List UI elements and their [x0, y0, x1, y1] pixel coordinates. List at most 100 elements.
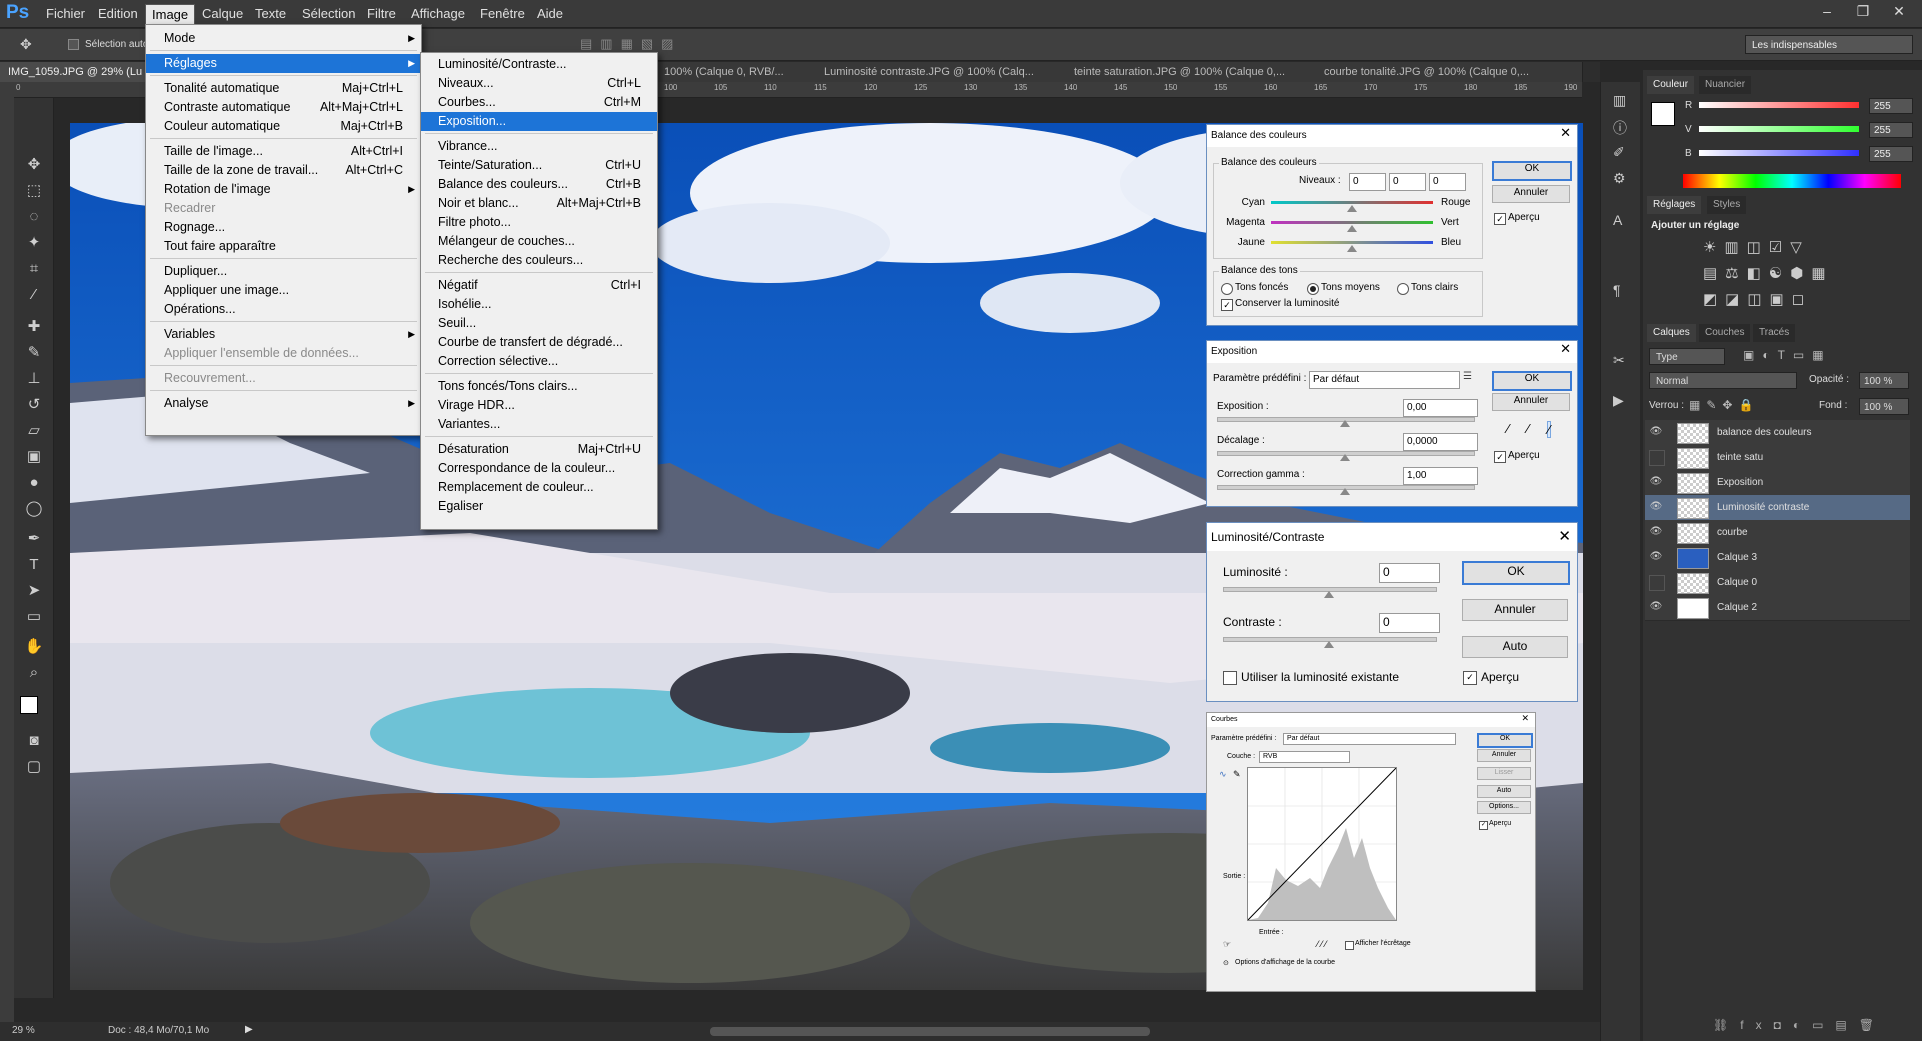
lasso-icon[interactable]: ◌	[22, 206, 46, 228]
apercu-checkbox[interactable]: ✓	[1463, 671, 1477, 685]
foreground-swatch[interactable]	[1651, 102, 1675, 126]
healing-icon[interactable]: ✚	[22, 316, 46, 338]
exposure-row-thumb[interactable]	[1340, 420, 1350, 427]
eye-icon[interactable]	[1649, 450, 1665, 466]
cancel-button[interactable]: Annuler	[1462, 599, 1568, 621]
curve-pencil-icon[interactable]: ✎	[1233, 769, 1241, 780]
image-menu-item[interactable]: Mode ▶	[146, 29, 421, 48]
adjust-menu-item[interactable]: Luminosité/Contraste...	[421, 55, 657, 74]
balance-slider-thumb[interactable]	[1347, 245, 1357, 252]
workspace-select[interactable]: Les indispensables	[1745, 35, 1913, 54]
color-slider-track[interactable]	[1699, 126, 1859, 132]
white-eyedropper-icon[interactable]: ⁄	[1547, 421, 1552, 438]
preset-options-icon[interactable]: ☰	[1463, 371, 1472, 382]
layer-row[interactable]: 👁 balance des couleurs	[1645, 420, 1910, 446]
curve-graph[interactable]	[1247, 767, 1397, 921]
contraste-field[interactable]: 0	[1379, 613, 1440, 633]
eyedropper-icon[interactable]: ⁄	[22, 284, 46, 306]
adjust-menu-item[interactable]: Courbe de transfert de dégradé...	[421, 333, 657, 352]
tools-preset-icon[interactable]: ✂	[1613, 352, 1625, 369]
paragraph-icon[interactable]: ¶	[1613, 282, 1621, 298]
image-menu-item[interactable]: Contraste automatique Alt+Maj+Ctrl+L	[146, 98, 421, 117]
menu-fenetre[interactable]: Fenêtre	[480, 6, 525, 21]
adjust-menu-item[interactable]: Exposition...	[421, 112, 657, 131]
layer-row[interactable]: 👁 courbe	[1645, 520, 1910, 546]
eye-icon[interactable]: 👁	[1649, 500, 1663, 514]
horizontal-scrollbar[interactable]	[710, 1027, 1150, 1036]
auto-select-checkbox[interactable]	[68, 39, 79, 50]
brush-preset-icon[interactable]: ✐	[1613, 144, 1625, 161]
exposure-row-field[interactable]: 0,0000	[1403, 433, 1478, 451]
legacy-checkbox[interactable]	[1223, 671, 1237, 685]
menu-selection[interactable]: Sélection	[302, 6, 355, 21]
foreground-color-swatch[interactable]	[20, 696, 38, 714]
adjust-menu-item[interactable]: Recherche des couleurs...	[421, 251, 657, 270]
stamp-icon[interactable]: ⊥	[22, 368, 46, 390]
radio-tons-fonces[interactable]	[1221, 283, 1233, 295]
ok-button[interactable]: OK	[1492, 161, 1572, 181]
cancel-button[interactable]: Annuler	[1492, 185, 1570, 203]
color-spectrum[interactable]	[1683, 174, 1901, 188]
menu-image[interactable]: Image	[145, 4, 196, 26]
move-icon[interactable]: ✥	[22, 154, 46, 176]
balance-slider-thumb[interactable]	[1347, 225, 1357, 232]
adjust-menu-item[interactable]: Isohélie...	[421, 295, 657, 314]
cancel-button[interactable]: Annuler	[1492, 393, 1570, 411]
image-menu-item[interactable]: Dupliquer...	[146, 262, 421, 281]
adjust-menu-item[interactable]: Noir et blanc... Alt+Maj+Ctrl+B	[421, 194, 657, 213]
blur-icon[interactable]: ●	[22, 472, 46, 494]
layer-row[interactable]: Calque 0	[1645, 570, 1910, 596]
close-window-icon[interactable]: ✕	[1882, 0, 1916, 24]
image-menu-item[interactable]: Opérations...	[146, 300, 421, 319]
adjust-menu-item[interactable]: Courbes... Ctrl+M	[421, 93, 657, 112]
minimize-icon[interactable]: –	[1810, 0, 1844, 24]
image-menu-item[interactable]: Appliquer une image...	[146, 281, 421, 300]
eye-icon[interactable]: 👁	[1649, 475, 1663, 489]
image-menu-item[interactable]: Recouvrement...	[146, 369, 421, 388]
type-icon[interactable]: T	[22, 554, 46, 576]
target-adjust-icon[interactable]: ☞	[1223, 939, 1231, 950]
adjust-menu-item[interactable]: Correction sélective...	[421, 352, 657, 371]
eyedropper-icons[interactable]: ⁄ ⁄ ⁄	[1317, 939, 1327, 949]
quick-mask-icon[interactable]: ◙	[22, 730, 46, 752]
color-slider-track[interactable]	[1699, 150, 1859, 156]
apercu-checkbox[interactable]: ✓	[1494, 213, 1506, 225]
exposure-row-field[interactable]: 0,00	[1403, 399, 1478, 417]
gray-eyedropper-icon[interactable]: ⁄	[1527, 421, 1529, 436]
character-icon[interactable]: A	[1613, 212, 1622, 228]
adjust-menu-item[interactable]: Niveaux... Ctrl+L	[421, 74, 657, 93]
balance-slider-track[interactable]	[1271, 221, 1433, 224]
layer-row[interactable]: teinte satu	[1645, 445, 1910, 471]
tab-styles[interactable]: Styles	[1707, 196, 1747, 214]
tab-traces[interactable]: Tracés	[1753, 324, 1796, 342]
zoom-icon[interactable]: ⌕	[22, 662, 46, 684]
layer-filter-icons[interactable]: ▣◐T▭▦	[1743, 348, 1832, 362]
adjust-menu-item[interactable]: Teinte/Saturation... Ctrl+U	[421, 156, 657, 175]
adjust-menu-item[interactable]: Désaturation Maj+Ctrl+U	[421, 440, 657, 459]
color-slider-value[interactable]: 255	[1869, 98, 1913, 114]
close-icon[interactable]: ✕	[1558, 527, 1571, 545]
adjust-menu-item[interactable]: Vibrance...	[421, 137, 657, 156]
niveaux-field-1[interactable]: 0	[1349, 173, 1386, 191]
adjust-menu-item[interactable]: Négatif Ctrl+I	[421, 276, 657, 295]
image-menu-item[interactable]: Analyse ▶	[146, 394, 421, 413]
menu-aide[interactable]: Aide	[537, 6, 563, 21]
conserver-checkbox[interactable]: ✓	[1221, 299, 1233, 311]
gradient-icon[interactable]: ▣	[22, 446, 46, 468]
image-menu-item[interactable]: Tout faire apparaître	[146, 237, 421, 256]
ok-button[interactable]: OK	[1477, 733, 1533, 748]
options-button[interactable]: Options...	[1477, 801, 1531, 814]
menu-fichier[interactable]: Fichier	[46, 6, 85, 21]
tab-courbe-tonalite[interactable]: courbe tonalité.JPG @ 100% (Calque 0,...	[1316, 62, 1583, 82]
preset-select[interactable]: Par défaut	[1309, 371, 1460, 389]
auto-button[interactable]: Auto	[1462, 636, 1568, 658]
layer-row[interactable]: 👁 Exposition	[1645, 470, 1910, 496]
hand-icon[interactable]: ✋	[22, 636, 46, 658]
zoom-level[interactable]: 29 %	[12, 1025, 35, 1036]
color-slider-track[interactable]	[1699, 102, 1859, 108]
image-menu-item[interactable]: Appliquer l'ensemble de données...	[146, 344, 421, 363]
restore-icon[interactable]: ❐	[1846, 0, 1880, 24]
apercu-checkbox[interactable]: ✓	[1479, 821, 1488, 830]
radio-tons-clairs[interactable]	[1397, 283, 1409, 295]
menu-affichage[interactable]: Affichage	[411, 6, 465, 21]
